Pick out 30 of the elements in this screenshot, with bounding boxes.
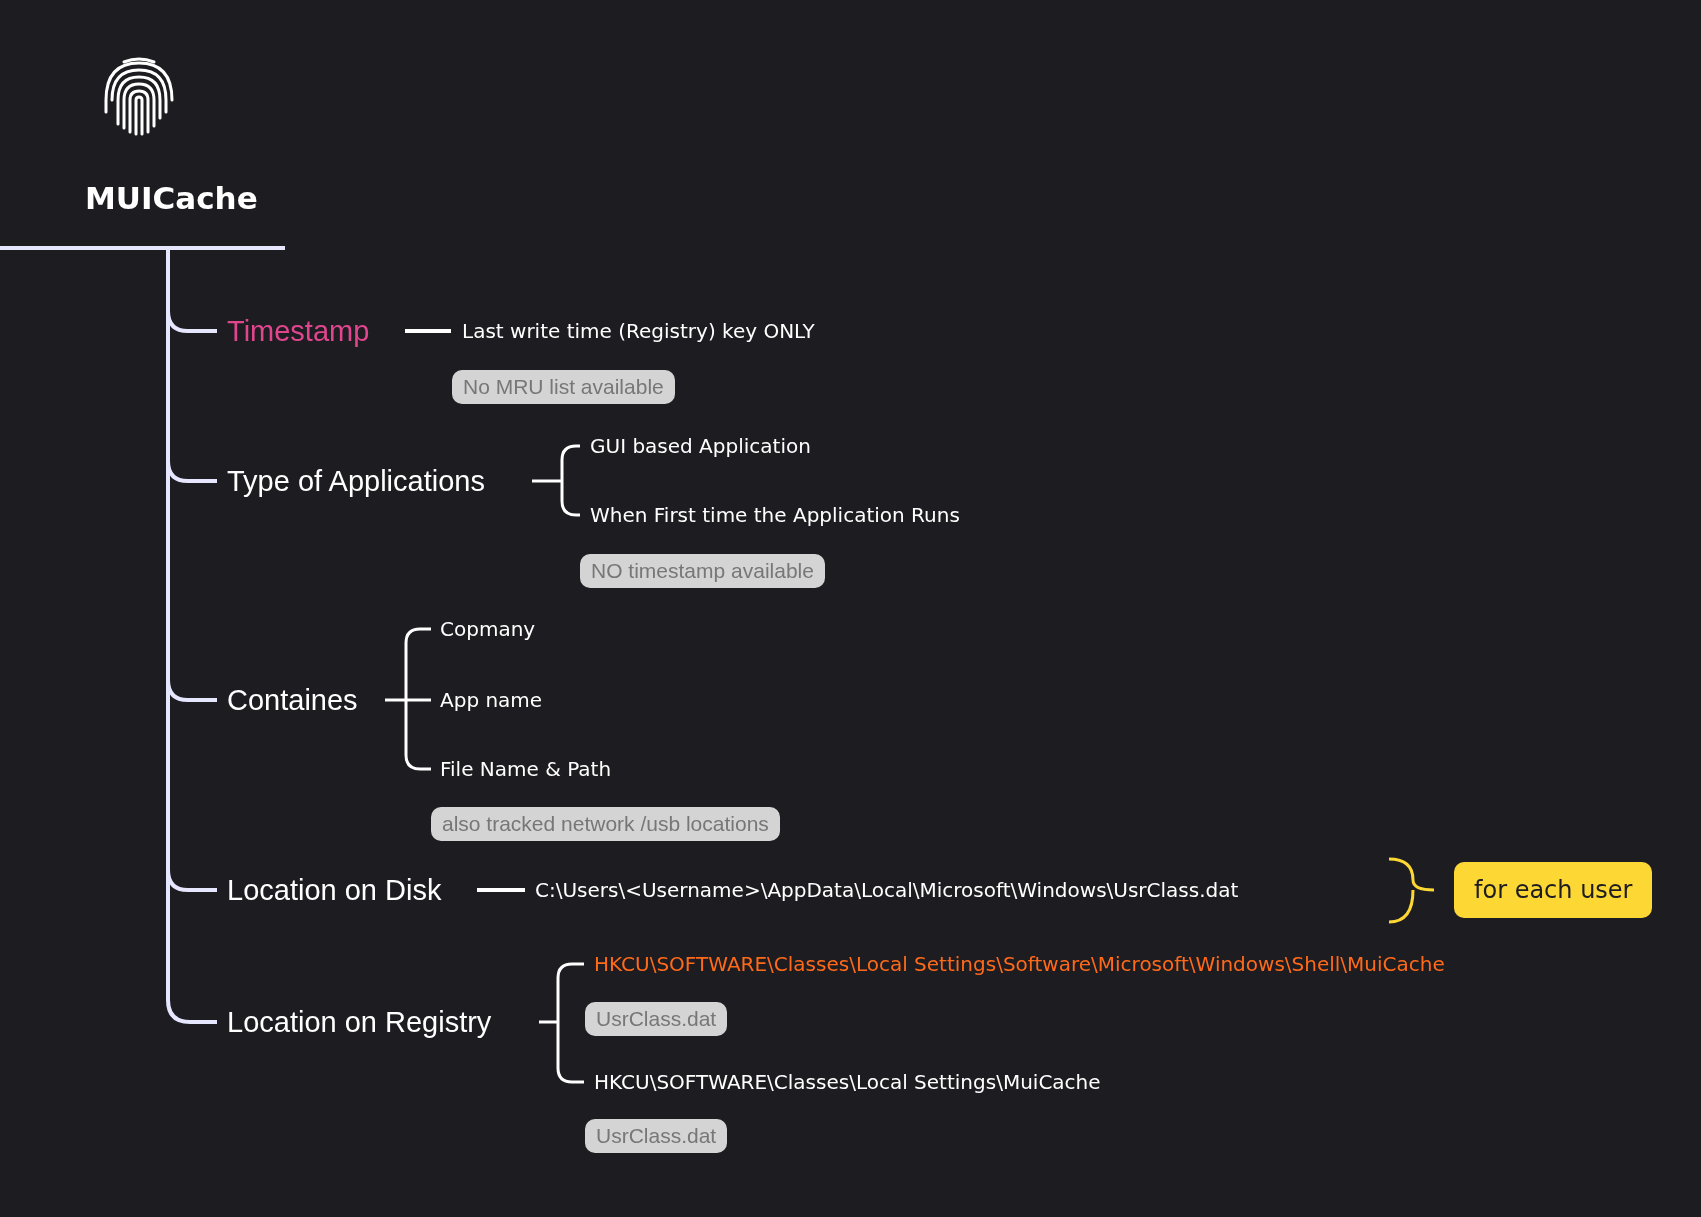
- branch-topic: Timestamp: [227, 313, 370, 349]
- note-label: No MRU list available: [452, 370, 675, 404]
- note-label: also tracked network /usb locations: [431, 807, 780, 841]
- summary-brace: [1387, 857, 1436, 924]
- branch-connector: [166, 869, 217, 892]
- branch-connector: [166, 679, 217, 702]
- branch-topic: Location on Registry: [227, 1004, 492, 1040]
- root-topic: MUICache: [85, 180, 258, 216]
- branch-topic: Type of Applications: [227, 463, 485, 499]
- branch-connector: [166, 999, 217, 1024]
- branch-connector: [166, 310, 217, 333]
- subtopic: HKCU\SOFTWARE\Classes\Local Settings\MuiCache: [594, 1070, 1101, 1094]
- subtopic: File Name & Path: [440, 757, 612, 781]
- branch-topic: Location on Disk: [227, 872, 442, 908]
- subtopic: GUI based Application: [590, 434, 811, 458]
- connector-line: [477, 888, 525, 892]
- subtopic: C:\Users\<Username>\AppData\Local\Microsoft\Windows\UsrClass.dat: [535, 878, 1239, 902]
- subtopic: App name: [440, 688, 543, 712]
- subtopic: Copmany: [440, 617, 536, 641]
- note-label: UsrClass.dat: [585, 1119, 728, 1153]
- branch-topic: Containes: [227, 682, 358, 718]
- connector-line: [405, 329, 451, 333]
- fingerprint-icon: [104, 57, 174, 136]
- subtopic: HKCU\SOFTWARE\Classes\Local Settings\Software\Microsoft\Windows\Shell\MuiCache: [594, 952, 1445, 976]
- note-label: NO timestamp available: [580, 554, 825, 588]
- subtopic: When First time the Application Runs: [590, 503, 960, 527]
- note-label: UsrClass.dat: [585, 1002, 728, 1036]
- branch-connector: [166, 460, 217, 483]
- subtopic: Last write time (Registry) key ONLY: [462, 319, 815, 343]
- summary-label: for each user: [1454, 862, 1653, 918]
